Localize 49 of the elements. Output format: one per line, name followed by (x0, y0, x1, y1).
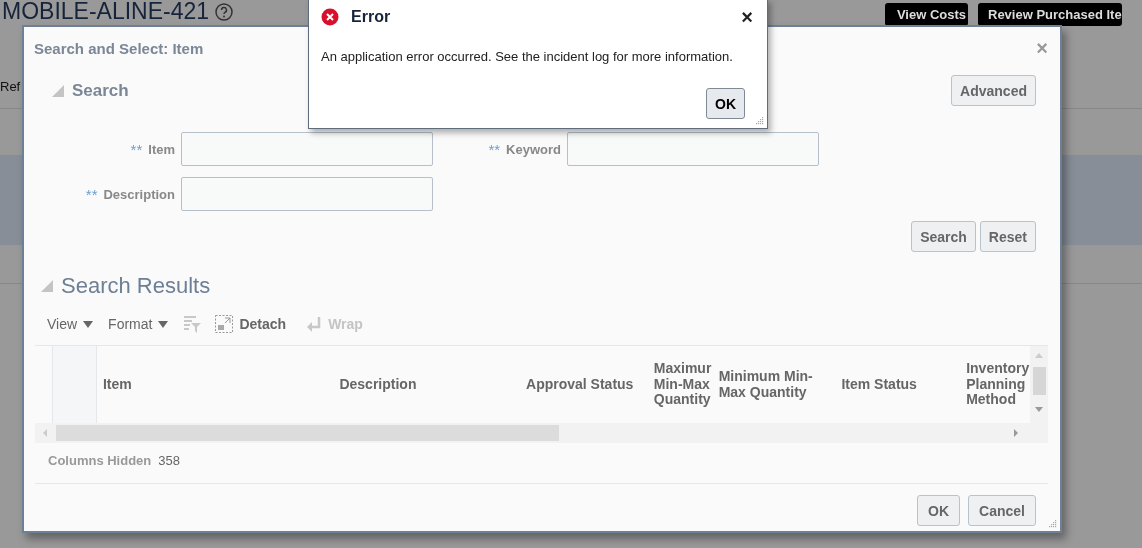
error-message: An application error occurred. See the incident log for more information. (320, 48, 734, 64)
section-title: Search Results (61, 273, 211, 299)
expand-triangle-icon[interactable] (41, 280, 53, 292)
column-header[interactable]: Inventory Planning Method (960, 346, 1031, 423)
columns-hidden-label: Columns Hidden (48, 453, 152, 470)
columns-hidden-count: 358 (158, 453, 180, 470)
input-field[interactable] (181, 177, 433, 211)
toolbar-menu[interactable]: Format (108, 316, 169, 332)
page-title: MOBILE-ALINE-421 (2, 0, 210, 25)
search-form-button[interactable]: Reset (979, 221, 1036, 252)
column-header[interactable]: Item (96, 346, 334, 423)
toolbar-menu[interactable]: View (47, 316, 94, 332)
page-button[interactable]: Review Purchased Ite (978, 3, 1122, 26)
page-button[interactable]: View Costs (885, 3, 968, 26)
dialog-button[interactable]: OK (917, 495, 961, 526)
resize-grip-icon[interactable] (1047, 518, 1057, 528)
detach-button[interactable]: Detach (215, 315, 287, 333)
advanced-button[interactable]: Advanced (951, 75, 1036, 106)
close-button[interactable]: × (1036, 38, 1048, 58)
column-header[interactable]: Item Status (835, 346, 961, 423)
column-header[interactable]: Minimum Min-Max Quantity (712, 346, 836, 423)
required-marker: ** (85, 185, 98, 203)
detach-icon (215, 315, 234, 333)
dialog-title: Search and Select: Item (34, 39, 204, 57)
close-button[interactable]: × (741, 7, 753, 27)
help-icon[interactable] (215, 2, 234, 21)
expand-triangle-icon[interactable] (52, 84, 64, 97)
required-marker: ** (488, 140, 501, 158)
ok-button[interactable]: OK (706, 88, 745, 119)
search-form-button[interactable]: Search (911, 221, 976, 252)
column-header[interactable]: Description (333, 346, 521, 423)
page-label: Ref (0, 79, 21, 94)
caret-icon (83, 320, 94, 328)
input-field[interactable] (181, 132, 433, 166)
column-header[interactable]: Approval Status (520, 346, 648, 423)
field-label: Keyword (506, 141, 561, 157)
input-field[interactable] (567, 132, 819, 166)
field-label: Description (103, 186, 175, 202)
field-label: Item (148, 141, 175, 157)
wrap-icon (306, 316, 323, 332)
error-icon (321, 8, 339, 26)
dialog-button[interactable]: Cancel (968, 495, 1036, 526)
section-title: Search (72, 80, 129, 101)
column-header[interactable]: Maximur Min-Max Quantity (647, 346, 713, 423)
horizontal-scrollbar[interactable] (35, 423, 1048, 443)
resize-grip-icon[interactable] (754, 115, 764, 125)
error-title: Error (351, 8, 391, 26)
caret-icon (158, 320, 169, 328)
required-marker: ** (130, 140, 143, 158)
